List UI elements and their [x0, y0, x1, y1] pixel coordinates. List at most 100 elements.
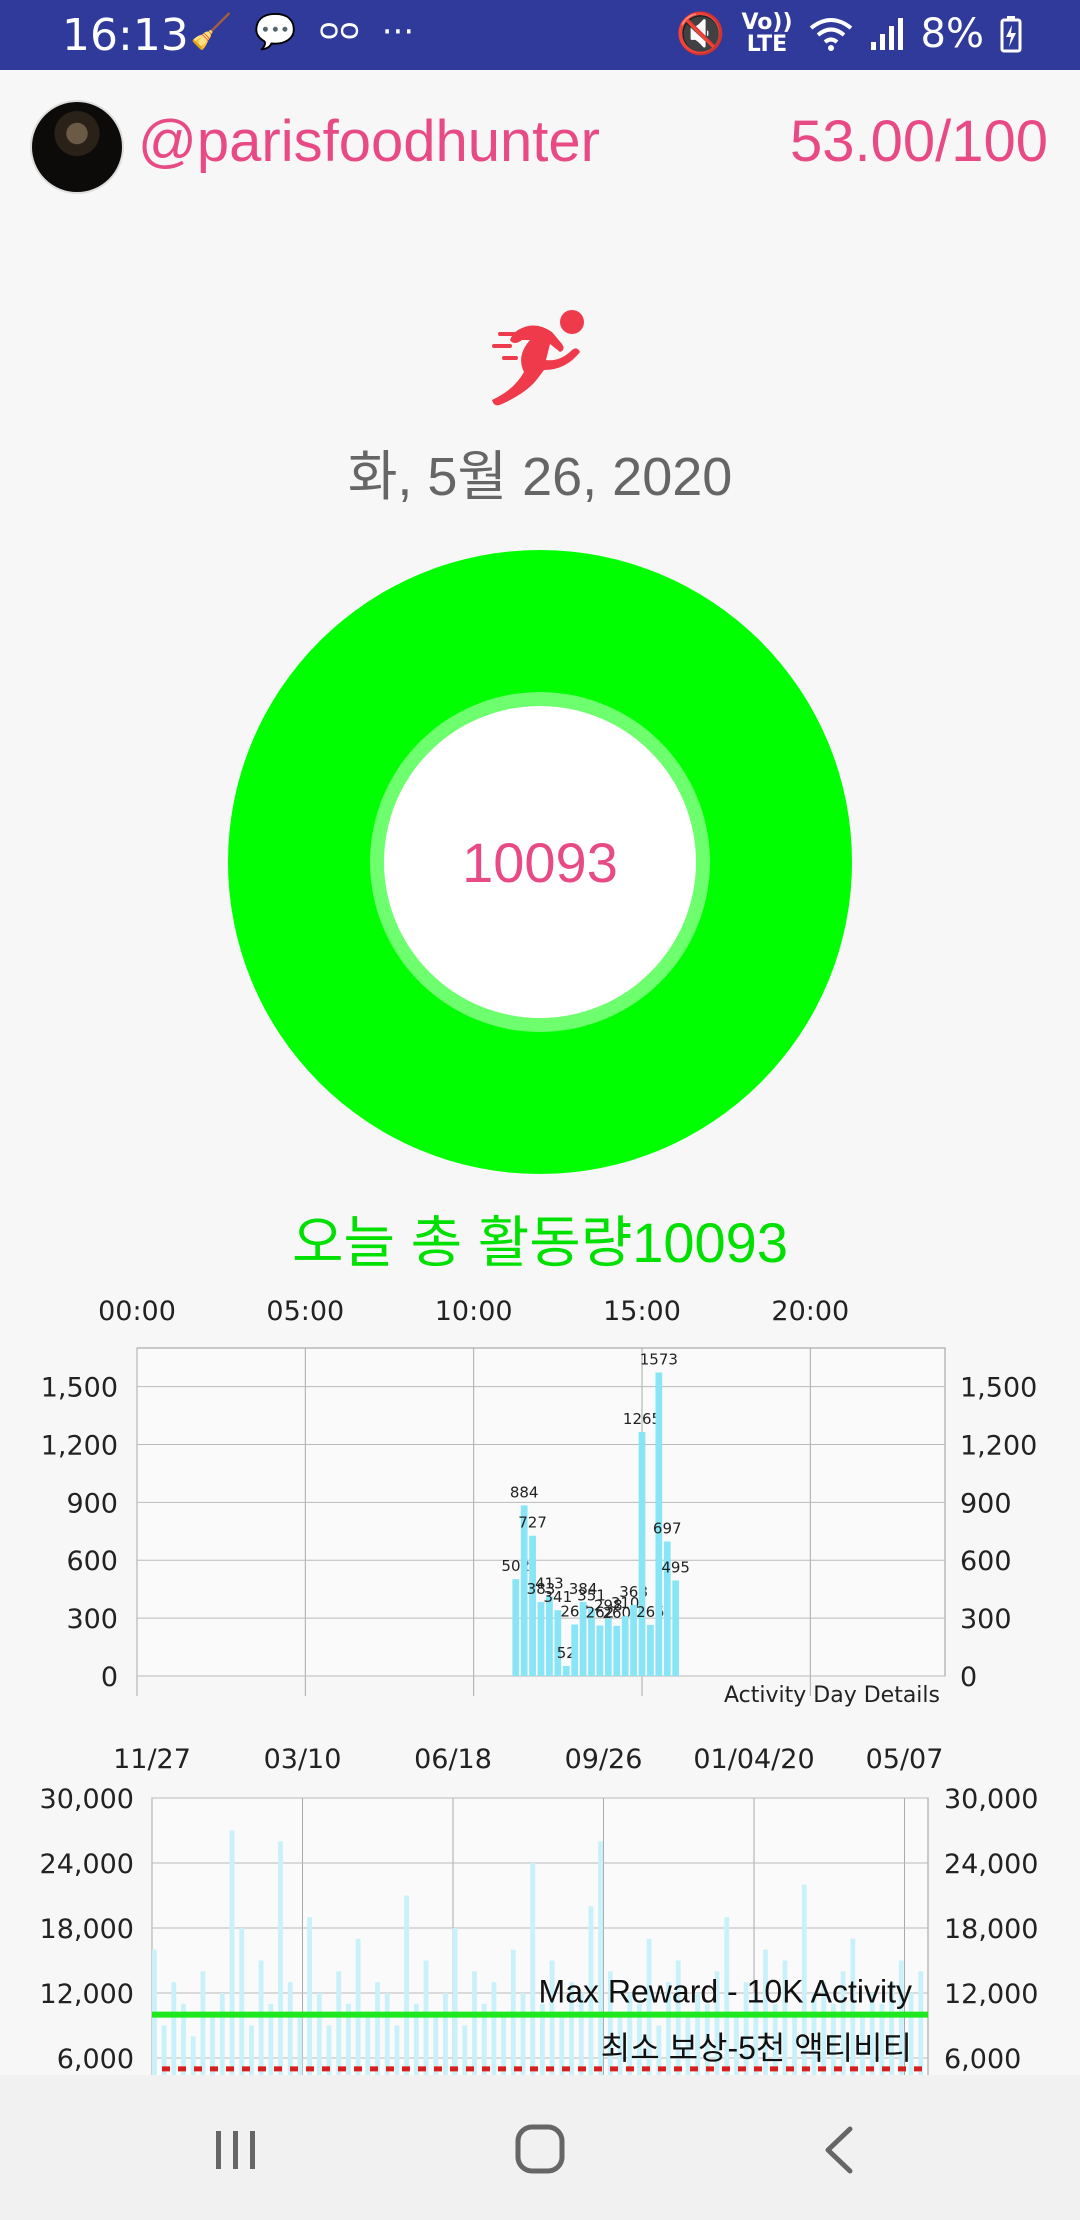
- voicemail-icon: ᴑᴑ: [318, 12, 360, 47]
- day-chart-bar-label: 884: [510, 1483, 539, 1501]
- history-chart-x-tick: 03/10: [264, 1744, 342, 1775]
- day-chart-bar-label: 1265: [623, 1410, 661, 1428]
- history-chart-bar: [433, 2014, 439, 2075]
- day-chart-bar: [613, 1625, 621, 1676]
- day-chart-x-tick: 05:00: [266, 1296, 344, 1327]
- history-chart-bar: [210, 2014, 216, 2075]
- history-chart-bar: [316, 1993, 322, 2075]
- history-chart-bar: [918, 1971, 924, 2075]
- max-reward-label: Max Reward - 10K Activity: [539, 1974, 912, 2010]
- day-chart-y-tick-left: 0: [101, 1662, 118, 1693]
- history-chart-bar: [491, 1982, 497, 2075]
- day-chart-legend: Activity Day Details: [724, 1683, 940, 1708]
- history-chart-y-tick-right: 18,000: [944, 1914, 1038, 1945]
- day-chart-x-tick: 00:00: [98, 1296, 176, 1327]
- history-chart-bar: [365, 2014, 371, 2075]
- score: 53.00/100: [789, 109, 1048, 174]
- history-chart-bar: [520, 1993, 526, 2075]
- day-chart-bar-label: 1573: [640, 1351, 678, 1369]
- day-chart-y-tick-left: 1,500: [41, 1373, 118, 1404]
- history-chart-bar: [229, 1830, 235, 2075]
- history-chart-bar: [200, 1971, 206, 2075]
- history-chart-bar: [219, 1993, 225, 2075]
- day-chart-bar: [512, 1579, 520, 1676]
- history-chart-bar: [297, 2014, 303, 2075]
- history-chart-bar: [287, 1982, 293, 2075]
- history-chart-bar: [336, 1971, 342, 2075]
- battery-charging-icon: [1000, 15, 1022, 52]
- volte-line1: Vo)): [741, 9, 793, 35]
- day-chart-x-tick: 15:00: [603, 1296, 681, 1327]
- day-chart-y-tick-right: 900: [960, 1488, 1012, 1519]
- day-chart-y-tick-right: 0: [960, 1662, 977, 1693]
- history-activity-chart[interactable]: 11/27 03/10 06/18 09/26 01/04/20 05/0730,000 3…: [0, 1740, 1080, 2075]
- day-chart-bar: [537, 1602, 545, 1676]
- day-chart-bar: [571, 1624, 579, 1676]
- system-icons: 🔇 Vo)) LTE 8%: [676, 10, 1022, 57]
- wifi-icon: [809, 17, 852, 51]
- day-chart-x-tick: 10:00: [435, 1296, 513, 1327]
- day-chart-bar-label: 727: [518, 1514, 547, 1532]
- history-chart-y-tick-right: 24,000: [944, 1849, 1038, 1880]
- history-chart-bar: [171, 1982, 177, 2075]
- volte-icon: Vo)) LTE: [741, 9, 793, 56]
- history-chart-y-tick-right: 12,000: [944, 1979, 1038, 2010]
- history-chart-bar: [452, 1928, 458, 2075]
- history-chart-y-tick-right: 30,000: [944, 1784, 1038, 1815]
- history-chart-x-tick: 09/26: [565, 1744, 643, 1775]
- history-chart-bar: [239, 1928, 245, 2075]
- day-chart-bar: [647, 1624, 654, 1676]
- status-time: 16:13: [62, 10, 189, 61]
- history-chart-bar: [501, 2014, 507, 2075]
- day-chart-bar: [596, 1625, 604, 1676]
- day-chart-bar: [621, 1616, 629, 1676]
- history-chart-x-tick: 06/18: [414, 1744, 492, 1775]
- history-chart-y-tick-right: 6,000: [944, 2044, 1021, 2075]
- history-chart-bar: [530, 1863, 536, 2075]
- history-chart-bar: [384, 1993, 390, 2075]
- day-chart-y-tick-right: 1,500: [960, 1373, 1037, 1404]
- day-chart-y-tick-left: 900: [66, 1488, 118, 1519]
- home-icon[interactable]: [500, 2115, 580, 2185]
- history-chart-bar: [443, 1993, 448, 2075]
- day-chart-y-tick-left: 600: [66, 1546, 118, 1577]
- history-chart-bar: [278, 1841, 283, 2075]
- history-chart-bar: [258, 1960, 264, 2075]
- username[interactable]: @parisfoodhunter: [138, 108, 600, 175]
- back-icon[interactable]: [800, 2115, 880, 2185]
- history-chart-bar: [559, 2014, 565, 2075]
- history-chart-bar: [355, 1938, 361, 2075]
- mute-icon: 🔇: [675, 11, 726, 57]
- day-chart-y-tick-right: 600: [960, 1546, 1012, 1577]
- history-chart-x-tick: 05/07: [866, 1744, 944, 1775]
- day-chart-y-tick-left: 300: [66, 1604, 118, 1635]
- day-chart-bar: [546, 1596, 553, 1676]
- history-chart-y-tick-left: 24,000: [40, 1849, 134, 1880]
- history-chart-bar: [394, 2025, 400, 2075]
- day-activity-chart[interactable]: 00:00 05:00 10:00 15:00 20:00 1,500 1,500 1,200…: [0, 1290, 1080, 1720]
- activity-ring-value: 10093: [462, 830, 618, 894]
- history-chart-y-tick-left: 6,000: [57, 2044, 134, 2075]
- date-label: 화, 5월 26, 2020: [347, 447, 733, 507]
- recents-icon[interactable]: [196, 2115, 276, 2185]
- more-dots-icon: ···: [381, 12, 415, 52]
- history-chart-bar: [307, 1917, 313, 2075]
- day-chart-bar-label: 697: [653, 1520, 682, 1538]
- day-chart-bar: [562, 1665, 570, 1676]
- history-chart-x-tick: 11/27: [113, 1744, 191, 1775]
- signal-icon: [870, 17, 903, 50]
- battery-percent: 8%: [920, 10, 984, 57]
- day-chart-bar: [672, 1580, 680, 1676]
- broom-icon: 🧹: [190, 12, 233, 52]
- running-person-icon: [492, 310, 584, 406]
- day-chart-bar-label: 495: [661, 1558, 690, 1576]
- day-chart-x-tick: 20:00: [771, 1296, 849, 1327]
- day-chart-bar: [604, 1618, 612, 1676]
- day-chart-bar: [529, 1535, 536, 1676]
- history-chart-y-tick-left: 30,000: [40, 1784, 134, 1815]
- status-bar: 16:13 🧹 💬 ᴑᴑ ··· 🔇 Vo)) LTE 8%: [0, 0, 1080, 70]
- avatar[interactable]: [30, 100, 124, 194]
- day-chart-y-tick-right: 1,200: [960, 1430, 1037, 1461]
- day-chart-y-tick-left: 1,200: [41, 1430, 118, 1461]
- min-reward-label: 최소 보상-5천 액티비티: [601, 2030, 912, 2066]
